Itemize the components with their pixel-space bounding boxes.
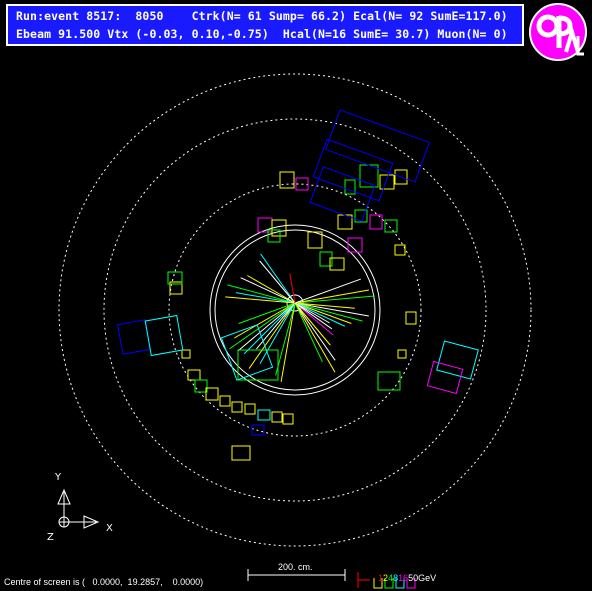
track (294, 295, 375, 304)
ecal-cluster (384, 219, 398, 233)
event-display: Y X Z Run:event 8517: 8050 Ctrk(N= 61 Su… (0, 0, 592, 591)
header-line-1: Run:event 8517: 8050 Ctrk(N= 61 Sump= 66… (16, 9, 508, 23)
solenoid-ring (209, 224, 381, 396)
ecal-cluster (244, 403, 256, 415)
track (294, 289, 369, 304)
ecal-cluster (397, 349, 407, 359)
screen-centre-footer: Centre of screen is ( 0.0000, 19.2857, 0… (4, 577, 204, 587)
energy-scale-label: 12481650GeV (368, 563, 436, 591)
hcal-tower (309, 166, 376, 222)
ecal-cluster (271, 411, 283, 423)
ecal-cluster (405, 311, 417, 325)
ecal-cluster (231, 445, 251, 461)
ecal-cluster (257, 409, 271, 421)
ecal-cluster (394, 244, 406, 256)
event-header: Run:event 8517: 8050 Ctrk(N= 61 Sump= 66… (6, 4, 524, 46)
ecal-cluster (187, 369, 201, 381)
ecal-cluster (282, 413, 294, 425)
middle-ring (103, 118, 487, 502)
hcal-tower (436, 340, 479, 380)
track (294, 278, 361, 304)
detector-view: Y X Z (47, 73, 532, 589)
hcal-towers (117, 109, 479, 395)
ecal-cluster (369, 214, 383, 230)
track (294, 302, 336, 373)
track (259, 260, 296, 304)
energy-unit: GeV (418, 573, 437, 583)
x-axis-label: X (106, 523, 113, 534)
ecal-cluster (231, 401, 243, 413)
opal-logo (529, 3, 587, 61)
scale-label: 200. cm. (278, 562, 313, 572)
energy-scale-value: 50 (408, 573, 419, 583)
hcal-tower (426, 360, 464, 395)
jet-chamber-ring (214, 229, 376, 391)
inner-dotted-ring (168, 183, 422, 437)
header-line-2: Ebeam 91.500 Vtx (-0.03, 0.10,-0.75) Hca… (16, 27, 508, 41)
ecal-cluster (279, 171, 295, 189)
ecal-cluster (379, 174, 395, 190)
ecal-cluster (377, 371, 401, 391)
ecal-cluster (194, 379, 208, 393)
y-axis-label: Y (54, 472, 62, 483)
tracks (225, 253, 375, 382)
outer-ring (58, 73, 532, 547)
axis-indicator (57, 488, 100, 529)
energy-scale-value: 16 (398, 573, 409, 583)
z-axis-label: Z (47, 532, 54, 543)
ecal-cluster (181, 349, 191, 359)
ecal-cluster (205, 387, 219, 401)
ecal-cluster (219, 395, 231, 407)
